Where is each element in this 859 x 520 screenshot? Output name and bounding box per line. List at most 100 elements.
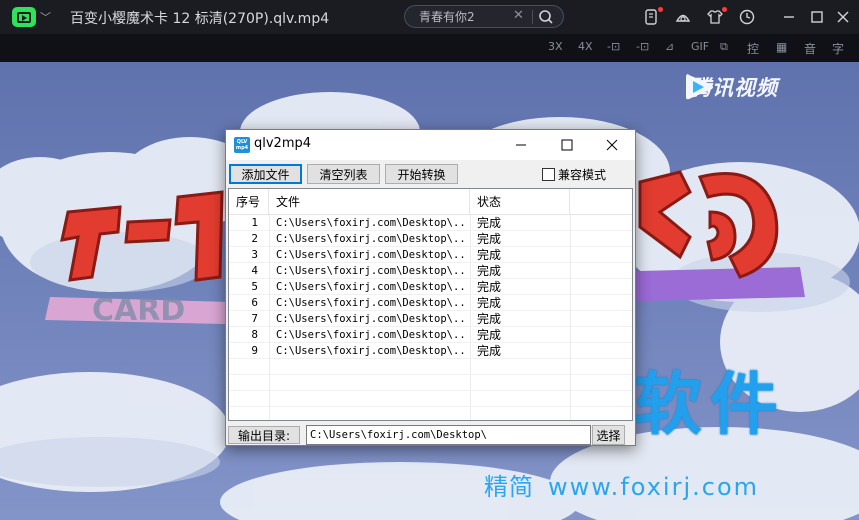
- row-number: 7: [251, 312, 258, 325]
- chevron-down-icon[interactable]: ﹀: [40, 9, 51, 25]
- dialog-minimize-button[interactable]: [498, 130, 544, 160]
- foxirj-watermark-sub: 精简 www.foxirj.com: [484, 467, 759, 502]
- row-file-path: C:\Users\foxirj.com\Desktop\...: [276, 281, 468, 293]
- row-file-path: C:\Users\foxirj.com\Desktop\...: [276, 233, 468, 245]
- minimize-icon: [516, 144, 526, 146]
- table-row[interactable]: 7 C:\Users\foxirj.com\Desktop\... 完成: [229, 311, 632, 327]
- row-number: 4: [251, 264, 258, 277]
- audio-button[interactable]: 音: [804, 40, 816, 57]
- picture-button[interactable]: ▦: [776, 40, 787, 54]
- row-file-path: C:\Users\foxirj.com\Desktop\...: [276, 313, 468, 325]
- row-file-path: C:\Users\foxirj.com\Desktop\...: [276, 329, 468, 341]
- dialog-title: qlv2mp4: [254, 136, 312, 151]
- compat-mode-label: 兼容模式: [558, 168, 607, 182]
- column-header-state[interactable]: 状态: [470, 189, 570, 215]
- table-row[interactable]: 3 C:\Users\foxirj.com\Desktop\... 完成: [229, 247, 632, 263]
- table-row: [229, 375, 632, 391]
- skin-icon[interactable]: [674, 8, 692, 26]
- subtitle-button[interactable]: 字: [832, 40, 844, 57]
- row-status: 完成: [477, 296, 502, 310]
- table-row[interactable]: 9 C:\Users\foxirj.com\Desktop\... 完成: [229, 343, 632, 359]
- card-logo-text: CARD: [92, 293, 185, 328]
- close-icon: [606, 139, 618, 151]
- row-status: 完成: [477, 344, 502, 358]
- row-file-path: C:\Users\foxirj.com\Desktop\...: [276, 297, 468, 309]
- clear-list-button[interactable]: 清空列表: [307, 164, 380, 184]
- row-number: 3: [251, 248, 258, 261]
- column-header-no[interactable]: 序号: [229, 189, 269, 215]
- row-number: 5: [251, 280, 258, 293]
- maximize-icon[interactable]: [808, 8, 826, 26]
- row-status: 完成: [477, 216, 502, 230]
- row-status: 完成: [477, 312, 502, 326]
- search-input[interactable]: [419, 9, 509, 23]
- crop-icon[interactable]: -⊡: [607, 40, 620, 53]
- row-status: 完成: [477, 248, 502, 262]
- qlv2mp4-app-icon: QLV mp4: [234, 137, 250, 153]
- select-dir-button[interactable]: 选择: [592, 425, 625, 445]
- qlv2mp4-dialog: QLV mp4 qlv2mp4 添加文件 清空列表 开始转换 兼容模式 序号 文件…: [225, 129, 636, 446]
- search-divider: [532, 10, 533, 24]
- search-icon[interactable]: [538, 9, 554, 25]
- frame-icon[interactable]: -⊡: [636, 40, 649, 53]
- watermark-url: www.foxirj.com: [548, 473, 759, 501]
- notification-dot: [658, 7, 663, 12]
- row-number: 1: [251, 216, 258, 229]
- table-row: [229, 359, 632, 375]
- close-icon[interactable]: ✕: [513, 8, 524, 23]
- minimize-icon[interactable]: [780, 8, 798, 26]
- row-number: 2: [251, 232, 258, 245]
- table-row[interactable]: 6 C:\Users\foxirj.com\Desktop\... 完成: [229, 295, 632, 311]
- table-row[interactable]: 4 C:\Users\foxirj.com\Desktop\... 完成: [229, 263, 632, 279]
- gif-button[interactable]: GIF: [691, 40, 709, 53]
- row-file-path: C:\Users\foxirj.com\Desktop\...: [276, 249, 468, 261]
- watermark-sub-label: 精简: [484, 473, 534, 501]
- close-icon[interactable]: [834, 8, 852, 26]
- table-row[interactable]: 1 C:\Users\foxirj.com\Desktop\... 完成: [229, 215, 632, 231]
- dialog-maximize-button[interactable]: [544, 130, 590, 160]
- table-row: [229, 391, 632, 407]
- row-file-path: C:\Users\foxirj.com\Desktop\...: [276, 265, 468, 277]
- file-list[interactable]: 序号 文件 状态 1 C:\Users\foxirj.com\Desktop\..…: [228, 188, 633, 421]
- dialog-title-bar[interactable]: QLV mp4 qlv2mp4: [226, 130, 635, 160]
- file-list-rows: 1 C:\Users\foxirj.com\Desktop\... 完成 2 C:\Us…: [229, 215, 632, 407]
- output-path-field[interactable]: C:\Users\foxirj.com\Desktop\: [306, 425, 591, 445]
- table-row[interactable]: 5 C:\Users\foxirj.com\Desktop\... 完成: [229, 279, 632, 295]
- speed-4x-button[interactable]: 4X: [578, 40, 593, 53]
- history-icon[interactable]: [738, 8, 756, 26]
- row-status: 完成: [477, 232, 502, 246]
- control-button[interactable]: 控: [747, 40, 759, 57]
- player-title-bar: ﹀ 百变小樱魔术卡 12 标清(270P).qlv.mp4 ✕: [0, 0, 859, 34]
- tencent-video-logo-icon[interactable]: [12, 7, 36, 27]
- row-file-path: C:\Users\foxirj.com\Desktop\...: [276, 217, 468, 229]
- tencent-play-logo-icon: [686, 74, 713, 100]
- row-status: 完成: [477, 264, 502, 278]
- output-dir-button[interactable]: 输出目录:: [228, 426, 300, 444]
- file-list-header: 序号 文件 状态: [229, 189, 632, 215]
- pip-icon[interactable]: ⧉: [720, 40, 728, 54]
- screenshot-icon[interactable]: ⊿: [665, 40, 674, 53]
- column-header-file[interactable]: 文件: [269, 189, 470, 215]
- notification-dot: [722, 7, 727, 12]
- shirt-icon[interactable]: [706, 8, 724, 26]
- phone-icon[interactable]: [642, 8, 660, 26]
- checkbox-box[interactable]: [542, 168, 555, 181]
- tencent-video-watermark: 腾讯视频: [682, 70, 778, 104]
- row-file-path: C:\Users\foxirj.com\Desktop\...: [276, 345, 468, 357]
- search-box[interactable]: ✕: [404, 5, 564, 28]
- speed-3x-button[interactable]: 3X: [548, 40, 563, 53]
- compat-mode-checkbox[interactable]: 兼容模式: [542, 166, 606, 183]
- dialog-close-button[interactable]: [589, 130, 635, 160]
- row-number: 9: [251, 344, 258, 357]
- player-toolbar: 3X 4X -⊡ -⊡ ⊿ GIF ⧉ 控 ▦ 音 字: [0, 34, 859, 62]
- row-status: 完成: [477, 280, 502, 294]
- start-convert-button[interactable]: 开始转换: [385, 164, 458, 184]
- table-row[interactable]: 2 C:\Users\foxirj.com\Desktop\... 完成: [229, 231, 632, 247]
- row-status: 完成: [477, 328, 502, 342]
- video-title: 百变小樱魔术卡 12 标清(270P).qlv.mp4: [70, 11, 330, 27]
- add-file-button[interactable]: 添加文件: [229, 164, 302, 184]
- table-row[interactable]: 8 C:\Users\foxirj.com\Desktop\... 完成: [229, 327, 632, 343]
- row-number: 6: [251, 296, 258, 309]
- maximize-icon: [561, 139, 573, 151]
- row-number: 8: [251, 328, 258, 341]
